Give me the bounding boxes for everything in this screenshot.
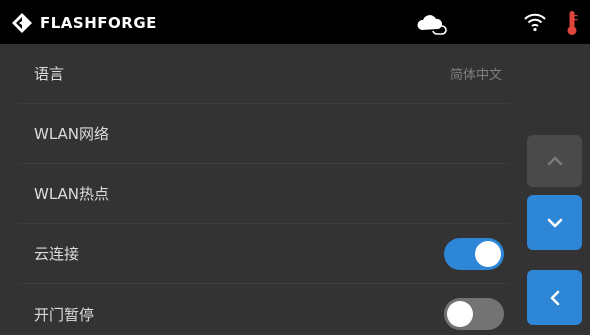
door-pause-label: 开门暂停 [34, 305, 95, 324]
toggle-knob [475, 240, 501, 267]
settings-row-language[interactable]: 语言 简体中文 [18, 44, 510, 104]
settings-row-wlan-network[interactable]: WLAN网络 [18, 104, 510, 164]
chevron-down-icon [547, 218, 562, 227]
settings-row-door-pause: 开门暂停 [18, 284, 510, 335]
wlan-hotspot-label: WLAN热点 [34, 185, 110, 203]
back-button[interactable] [527, 270, 582, 325]
wlan-network-label: WLAN网络 [34, 125, 110, 143]
scroll-down-button[interactable] [527, 195, 582, 250]
toggle-knob [447, 301, 473, 327]
cloud-connection-toggle[interactable] [444, 237, 504, 270]
settings-row-cloud-connection: 云连接 [18, 224, 510, 284]
chevron-left-icon [550, 290, 559, 305]
settings-list: 语言 简体中文 WLAN网络 WLAN热点 云连接 开门暂停 [18, 44, 510, 335]
thermometer-icon [567, 11, 578, 35]
language-value: 简体中文 [449, 68, 502, 83]
door-pause-toggle[interactable] [444, 298, 504, 330]
chevron-up-icon [547, 156, 562, 166]
brand-name: FLASHFORGE [40, 14, 157, 32]
brand: FLASHFORGE [12, 13, 157, 33]
top-status-bar: FLASHFORGE [0, 0, 590, 44]
flashforge-logo-icon [12, 13, 32, 33]
settings-screen: FLASHFORGE 语言 简体中文 WLAN网络 WLAN热点 云连接 开门暂… [0, 0, 590, 335]
cloud-connection-label: 云连接 [34, 245, 80, 263]
wifi-icon[interactable] [524, 12, 546, 32]
language-label: 语言 [34, 65, 65, 83]
cloud-link-icon[interactable] [416, 13, 452, 35]
scroll-up-button[interactable] [527, 135, 582, 187]
settings-row-wlan-hotspot[interactable]: WLAN热点 [18, 164, 510, 224]
